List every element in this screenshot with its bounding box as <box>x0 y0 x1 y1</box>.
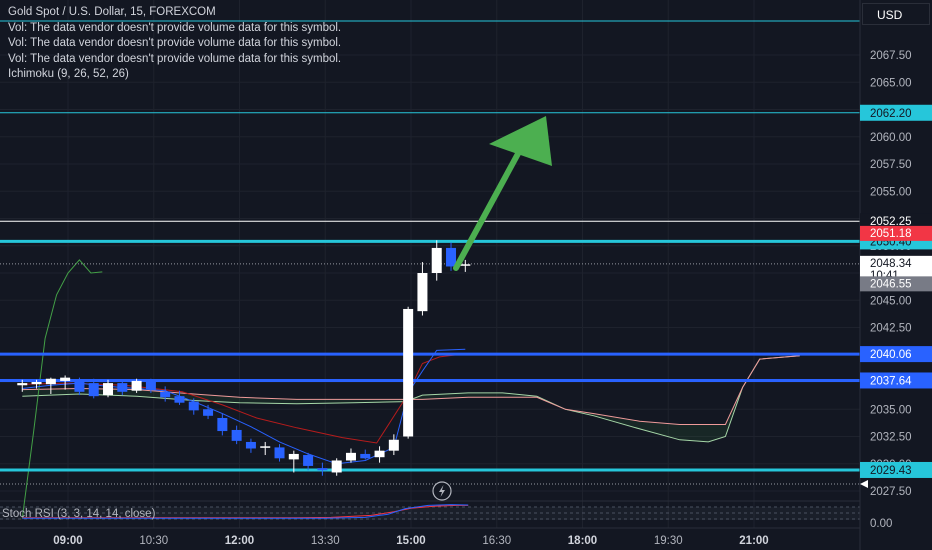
price-axis-tick: 2055.00 <box>870 186 912 198</box>
level-badge-label: 2040.06 <box>870 349 912 361</box>
price-axis-tick: 2032.50 <box>870 432 912 444</box>
candle-body <box>417 273 428 312</box>
candle-body <box>131 380 142 391</box>
candle-body <box>31 382 42 385</box>
time-axis-tick: 16:30 <box>482 535 511 547</box>
candle-body <box>17 383 28 386</box>
level-badge-label: 2062.20 <box>870 108 912 120</box>
currency-button[interactable]: USD <box>862 3 930 25</box>
candle-body <box>117 383 128 392</box>
time-axis-tick: 10:30 <box>139 535 168 547</box>
candle-body <box>60 377 71 381</box>
candle-body <box>331 460 342 473</box>
candle-body <box>188 401 199 411</box>
symbol-title[interactable]: Gold Spot / U.S. Dollar, 15, FOREXCOM <box>8 5 341 21</box>
price-badge-label: 2051.18 <box>870 228 912 240</box>
volume-notice-3: Vol: The data vendor doesn't provide vol… <box>8 52 342 65</box>
volume-notice-1: Vol: The data vendor doesn't provide vol… <box>8 21 342 34</box>
candle-body <box>403 308 414 437</box>
candle-body <box>88 383 99 397</box>
candle-body <box>317 468 328 471</box>
price-axis-tick: 2057.50 <box>870 159 912 171</box>
price-badge-label: 2048.34 <box>870 258 912 270</box>
time-axis-tick: 09:00 <box>53 535 82 547</box>
ichimoku-label[interactable]: Ichimoku (9, 26, 52, 26) <box>8 67 341 83</box>
price-axis-tick: 2045.00 <box>870 295 912 307</box>
price-axis-tick: 2067.50 <box>870 50 912 62</box>
candle-body <box>260 446 271 448</box>
candle-body <box>203 409 214 416</box>
candle-body <box>460 264 471 266</box>
candle-body <box>217 417 228 432</box>
price-axis-tick: 2065.00 <box>870 77 912 89</box>
time-axis-tick: 21:00 <box>739 535 768 547</box>
price-chart[interactable]: 2067.502065.002062.502060.002057.502055.… <box>0 0 932 550</box>
candle-body <box>74 379 85 392</box>
time-axis-tick: 18:00 <box>568 535 597 547</box>
candle-body <box>303 455 314 466</box>
time-axis-tick: 13:30 <box>311 535 340 547</box>
candle-body <box>345 452 356 461</box>
time-axis-tick: 15:00 <box>396 535 425 547</box>
price-axis-tick: 2042.50 <box>870 323 912 335</box>
price-badge-label: 2046.55 <box>870 278 912 290</box>
candle-body <box>145 382 156 390</box>
candle-body <box>388 439 399 451</box>
price-axis-tick: 2027.50 <box>870 486 912 498</box>
level-badge-label: 2037.64 <box>870 375 912 387</box>
candle-body <box>431 247 442 273</box>
candle-body <box>360 453 371 459</box>
price-axis-tick: 2035.00 <box>870 404 912 416</box>
time-axis-tick: 19:30 <box>654 535 683 547</box>
volume-notice-2: Vol: The data vendor doesn't provide vol… <box>8 37 342 49</box>
time-axis-tick: 12:00 <box>225 535 254 547</box>
candle-body <box>231 429 242 441</box>
level-badge-label: 2029.43 <box>870 465 912 477</box>
candle-body <box>245 441 256 449</box>
candle-body <box>103 383 114 396</box>
arrow-shaft <box>453 147 523 271</box>
candle-body <box>160 391 171 398</box>
arrow-head <box>489 116 552 166</box>
chart-window: 2067.502065.002062.502060.002057.502055.… <box>0 0 932 550</box>
stoch-axis-tick: 0.00 <box>870 518 892 530</box>
candle-body <box>274 447 285 459</box>
candle-body <box>288 453 299 460</box>
price-axis-tick: 2060.00 <box>870 132 912 144</box>
stoch-rsi-label[interactable]: Stoch RSI (3, 3, 14, 14, close) <box>2 508 155 520</box>
candle-body <box>45 378 56 385</box>
chart-legend: Gold Spot / U.S. Dollar, 15, FOREXCOM Vo… <box>8 5 341 83</box>
candle-body <box>446 247 457 267</box>
candle-body <box>174 396 185 403</box>
candle-body <box>374 450 385 458</box>
